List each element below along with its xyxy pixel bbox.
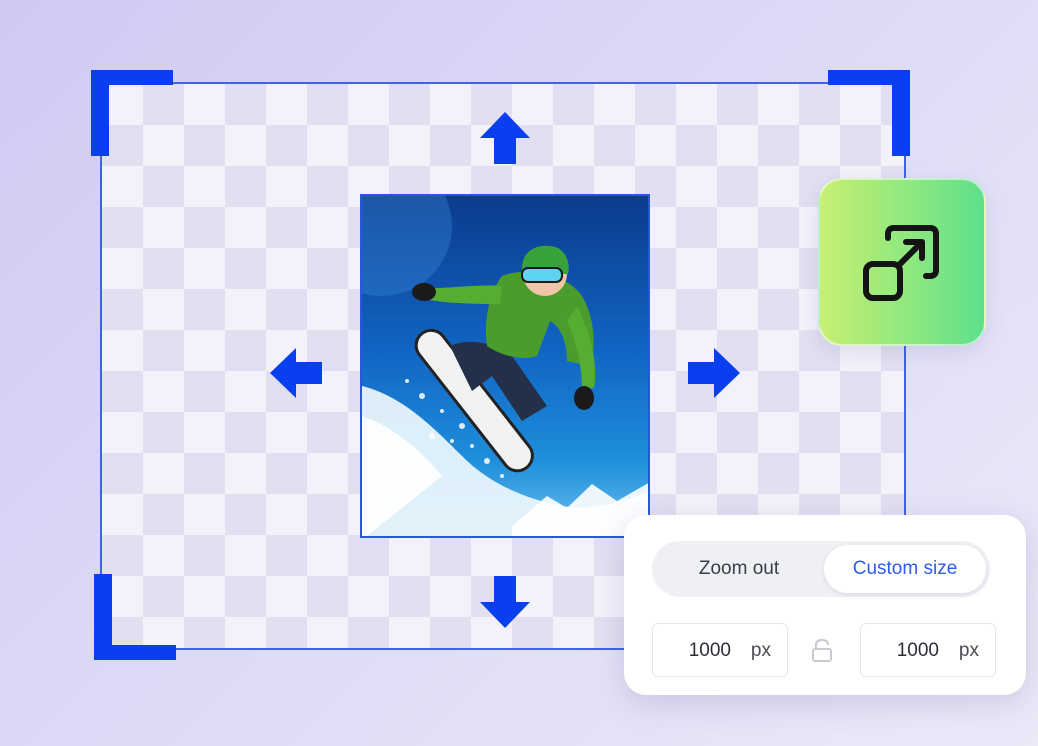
resize-button[interactable]: [818, 178, 986, 346]
height-input[interactable]: 1000 px: [860, 623, 996, 677]
snowboarder-image: [360, 194, 650, 538]
arrow-up-icon[interactable]: [478, 110, 532, 166]
resize-illustration: Zoom out Custom size 1000 px 1000 px: [0, 0, 1038, 746]
tab-zoom-out[interactable]: Zoom out: [656, 545, 822, 593]
tab-custom-size[interactable]: Custom size: [824, 545, 986, 593]
arrow-right-icon[interactable]: [686, 346, 742, 400]
arrow-left-icon[interactable]: [268, 346, 324, 400]
resize-expand-icon: [863, 225, 939, 301]
width-unit: px: [750, 640, 771, 661]
lock-icon[interactable]: [810, 637, 834, 668]
size-mode-toggle: Zoom out Custom size: [652, 541, 990, 597]
arrow-down-icon[interactable]: [478, 574, 532, 630]
height-unit: px: [958, 640, 979, 661]
corner-handle-bottom-left[interactable]: [94, 574, 176, 660]
width-value: 1000: [688, 640, 731, 661]
height-value: 1000: [896, 640, 939, 661]
size-panel: Zoom out Custom size 1000 px 1000 px: [624, 515, 1026, 695]
width-input[interactable]: 1000 px: [652, 623, 788, 677]
corner-handle-top-left[interactable]: [91, 70, 173, 156]
corner-handle-top-right[interactable]: [828, 70, 910, 156]
